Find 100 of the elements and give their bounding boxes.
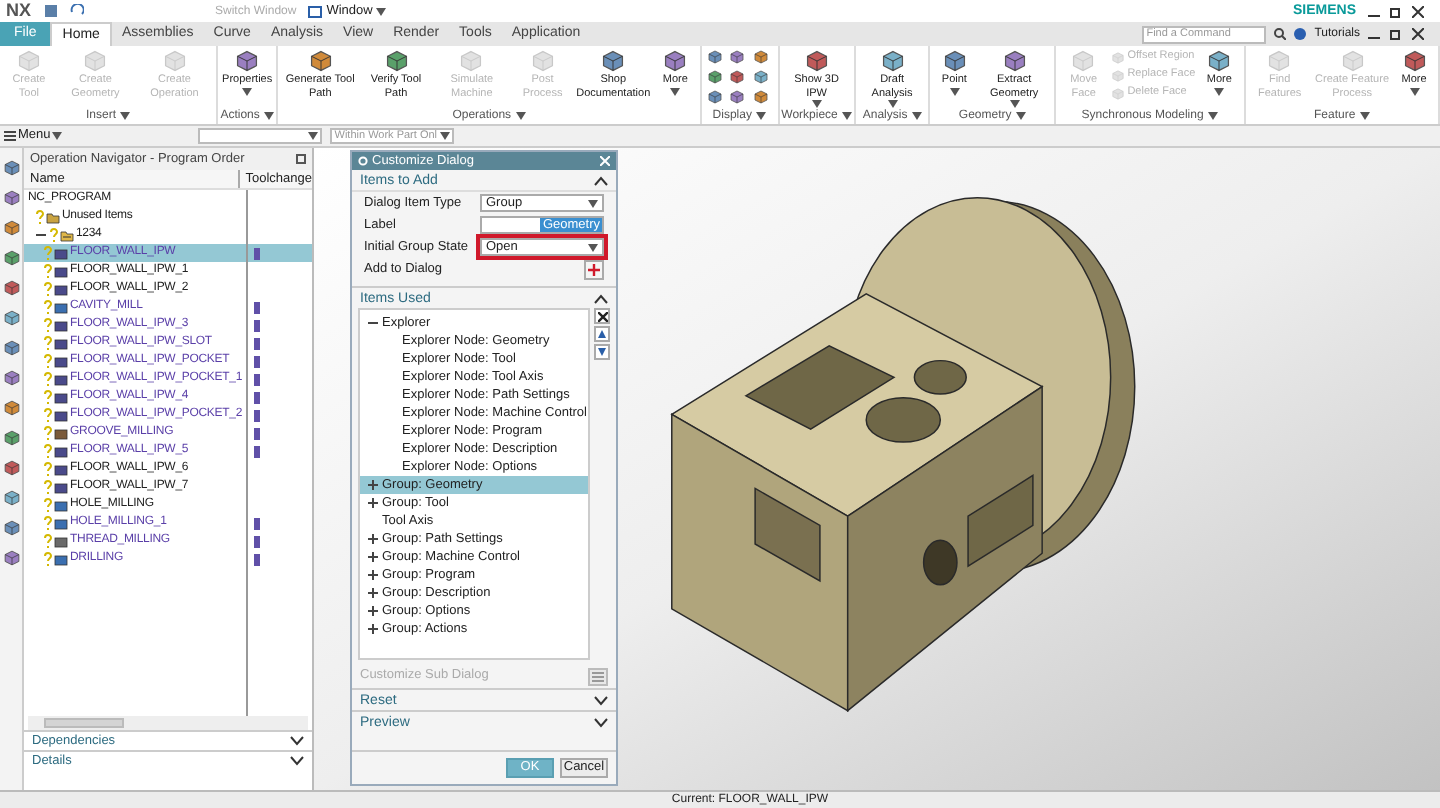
plus-icon[interactable] (368, 588, 378, 598)
caret-icon (811, 100, 822, 108)
cube-icon (707, 90, 722, 104)
caret-icon (308, 132, 319, 140)
cube-icon (3, 160, 19, 176)
caret-icon (755, 112, 766, 120)
window-icon (308, 5, 323, 17)
plus-icon[interactable] (368, 480, 378, 490)
caret-icon (588, 199, 598, 207)
caret-icon (515, 112, 526, 120)
caret-icon (1409, 87, 1420, 95)
close-icon (597, 311, 607, 321)
app-logo: NX (6, 0, 32, 22)
caret-icon (887, 100, 898, 108)
cube-icon (730, 50, 745, 64)
plus-icon (588, 263, 600, 275)
save-icon[interactable] (43, 4, 58, 18)
cube-icon (664, 50, 687, 72)
cube-icon (236, 50, 259, 72)
status-icon (44, 498, 52, 512)
plus-icon[interactable] (368, 606, 378, 616)
square-icon[interactable] (296, 154, 306, 164)
status-icon (44, 444, 52, 458)
search-icon[interactable] (1274, 28, 1287, 40)
caret-icon (670, 87, 681, 95)
cube-icon (805, 50, 828, 72)
close-icon[interactable] (1412, 5, 1424, 17)
status-icon (44, 300, 52, 314)
cube-icon (3, 370, 19, 386)
minus-icon[interactable] (368, 318, 378, 328)
status-icon (44, 336, 52, 350)
cube-icon (1403, 50, 1426, 72)
list-button[interactable] (588, 667, 608, 685)
add-button[interactable] (584, 259, 604, 279)
chevron-up-icon (594, 175, 608, 185)
move-down-button[interactable] (594, 344, 610, 360)
cube-icon (3, 220, 19, 236)
status-icon (44, 282, 52, 296)
status-icon (44, 462, 52, 476)
caret-icon (376, 7, 387, 15)
cube-icon (1003, 50, 1026, 72)
caret-icon (1207, 112, 1218, 120)
status-icon (44, 480, 52, 494)
plus-icon[interactable] (368, 534, 378, 544)
cube-icon (707, 70, 722, 84)
cube-icon (753, 90, 768, 104)
status-icon (44, 426, 52, 440)
chevron-up-icon (594, 293, 608, 303)
plus-icon[interactable] (368, 552, 378, 562)
status-icon (44, 534, 52, 548)
plus-icon[interactable] (368, 498, 378, 508)
caret-icon (841, 112, 852, 120)
caret-icon (911, 112, 922, 120)
cube-icon (3, 340, 19, 356)
status-icon (44, 372, 52, 386)
cube-icon (3, 250, 19, 266)
status-icon (50, 228, 58, 242)
folder-icon (60, 229, 74, 241)
cube-icon (3, 190, 19, 206)
cube-icon (602, 50, 625, 72)
caret-icon (263, 112, 274, 120)
scroll-bar[interactable] (28, 716, 308, 730)
caret-icon (120, 112, 131, 120)
menu-icon (4, 130, 16, 142)
cube-icon (1208, 50, 1231, 72)
cube-icon (1111, 69, 1124, 81)
arrow-up-icon (598, 330, 606, 338)
status-icon (44, 318, 52, 332)
plus-icon[interactable] (368, 624, 378, 634)
plus-icon[interactable] (368, 570, 378, 580)
folder-icon (46, 211, 60, 223)
caret-icon (242, 87, 253, 95)
close-icon[interactable] (1412, 28, 1424, 40)
caret-icon (1214, 87, 1225, 95)
caret-icon (588, 243, 598, 251)
remove-button[interactable] (594, 308, 610, 324)
caret-icon (949, 87, 960, 95)
cube-icon (707, 50, 722, 64)
toolchange-icon (254, 247, 260, 259)
undo-icon[interactable] (69, 4, 84, 18)
caret-icon (1359, 112, 1370, 120)
cube-icon (3, 400, 19, 416)
status-icon (44, 246, 52, 260)
move-up-button[interactable] (594, 326, 610, 342)
cube-icon (881, 50, 904, 72)
cube-icon (3, 310, 19, 326)
graphics-viewport[interactable] (314, 148, 1440, 790)
cube-icon (3, 430, 19, 446)
cube-icon (3, 520, 19, 536)
caret-icon (440, 132, 451, 140)
arrow-down-icon (598, 348, 606, 356)
cube-icon (1111, 87, 1124, 99)
cube-icon (943, 50, 966, 72)
cube-icon (1111, 51, 1124, 63)
status-icon (44, 552, 52, 566)
cube-icon (730, 90, 745, 104)
minus-icon[interactable] (36, 230, 46, 240)
cube-icon (3, 280, 19, 296)
status-icon (44, 354, 52, 368)
status-icon (44, 408, 52, 422)
